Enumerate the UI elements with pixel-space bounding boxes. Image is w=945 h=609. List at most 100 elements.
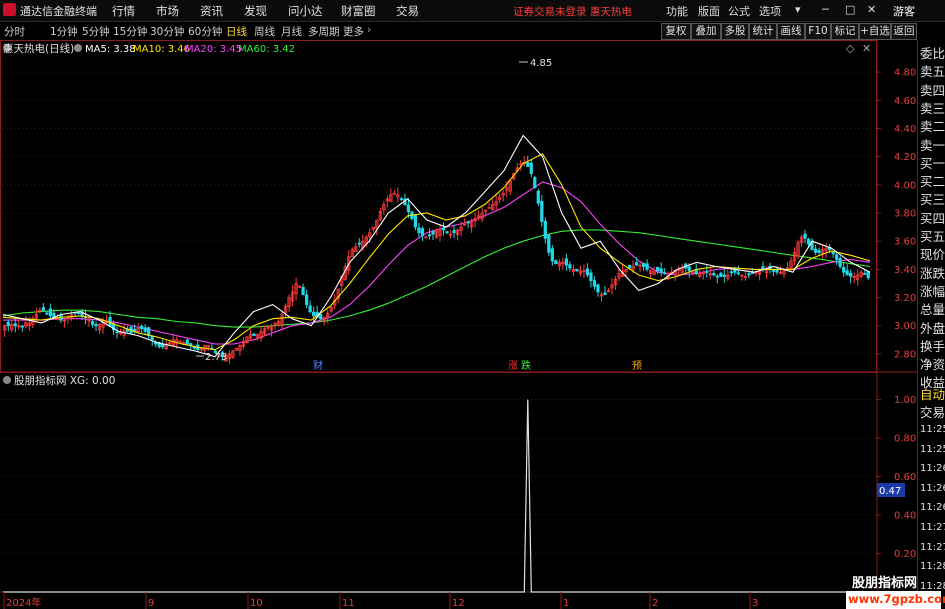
main-y-axis: 4.80 4.60 4.40 4.20 4.00 3.80 3.60 3.40 3.20 3.00…: [877, 68, 916, 360]
quote-field-label: 净资: [920, 357, 945, 373]
tongji-button[interactable]: 统计: [749, 23, 777, 40]
menu-gongshi[interactable]: 公式: [728, 3, 750, 19]
tab-30min[interactable]: 30分钟: [150, 24, 184, 39]
tick-time: 11:26: [920, 502, 945, 514]
ma20-line: [3, 181, 871, 345]
main-y-tick-label: 3.00: [894, 321, 916, 332]
huaxian-button[interactable]: 画线: [777, 23, 805, 40]
menu-caifuquan[interactable]: 财富圈: [341, 3, 376, 19]
tab-fenshi[interactable]: 分时: [4, 24, 25, 39]
candle-body: [452, 230, 456, 234]
tick-time: 11:28: [920, 561, 945, 573]
watermark-url: www.7gpzb.com: [848, 592, 945, 606]
candle-body: [533, 177, 537, 189]
tick-time: 11:27: [920, 522, 945, 533]
main-grid: [3, 71, 876, 355]
tab-more[interactable]: 更多: [343, 24, 364, 39]
quote-field-label: 买五: [920, 229, 945, 244]
quote-field-label: 涨幅: [920, 283, 945, 299]
low-label: 2.73: [205, 352, 227, 363]
sub-chart-title: 股朋指标网 XG: 0.00: [14, 374, 115, 387]
menu-zixun[interactable]: 资讯: [200, 3, 223, 19]
menu-shichang[interactable]: 市场: [156, 3, 179, 19]
main-y-tick-label: 4.00: [894, 180, 916, 191]
tick-time: 11:25: [920, 443, 945, 455]
user-label[interactable]: 游客: [893, 3, 915, 19]
quote-field-label: 卖一: [920, 137, 945, 153]
candle-body: [568, 264, 572, 269]
candle-body: [526, 162, 530, 167]
quote-field-label: 涨跌: [920, 265, 945, 281]
candle-body: [140, 325, 144, 329]
tab-multi-period[interactable]: 多周期: [308, 24, 340, 39]
candle-body: [806, 238, 811, 245]
panel-close-icon[interactable]: ✕: [862, 42, 871, 55]
candle-body: [312, 311, 316, 317]
tab-15min[interactable]: 15分钟: [113, 24, 147, 39]
tick-time: 11:25: [920, 424, 945, 435]
quote-field-label: 外盘: [920, 320, 945, 336]
candle-body: [845, 270, 849, 276]
tick-time: 11:26: [920, 463, 945, 475]
event-marker-die[interactable]: 跌: [521, 359, 531, 372]
back-button[interactable]: 返回: [891, 23, 917, 40]
candle-body: [592, 280, 597, 287]
ma10-line-layer: [2, 153, 871, 351]
candle-body: [687, 266, 691, 272]
quote-field-label: 卖三: [920, 100, 945, 116]
candle-body: [431, 231, 435, 235]
more-dropdown-icon[interactable]: ›: [367, 24, 371, 36]
close-icon[interactable]: ✕: [867, 3, 876, 16]
auto-button[interactable]: 自动: [920, 384, 945, 403]
trade-login-status[interactable]: 证券交易未登录 惠天热电: [513, 4, 632, 19]
menu-banmian[interactable]: 版面: [698, 3, 720, 19]
menu-gongneng[interactable]: 功能: [666, 3, 688, 19]
sub-y-tick-label: 1.00: [894, 395, 916, 406]
expand-icon[interactable]: ◇: [846, 42, 855, 55]
dropdown-icon[interactable]: ▾: [795, 3, 801, 16]
chart-area[interactable]: 4.80 4.60 4.40 4.20 4.00 3.80 3.60 3.40 3.20 3.00…: [0, 40, 917, 609]
date-label: 2: [652, 598, 658, 609]
tab-monthly[interactable]: 月线: [281, 24, 302, 39]
duogu-button[interactable]: 多股: [721, 23, 749, 40]
candle-body: [529, 162, 533, 174]
candle-body: [831, 251, 835, 255]
tab-daily[interactable]: 日线: [226, 24, 247, 39]
event-marker-cai[interactable]: 财: [313, 359, 323, 372]
menu-wenxiaoda[interactable]: 问小达: [288, 3, 323, 19]
menu-jiaoyi[interactable]: 交易: [396, 3, 419, 19]
candle-body: [319, 314, 323, 320]
sub-indicator-icon[interactable]: [3, 376, 11, 384]
candle-body: [308, 305, 312, 313]
event-marker-yu[interactable]: 预: [632, 360, 642, 372]
tab-60min[interactable]: 60分钟: [188, 24, 222, 39]
candle-body: [634, 262, 639, 266]
maximize-icon[interactable]: □: [845, 3, 855, 16]
diejia-button[interactable]: 叠加: [691, 23, 721, 40]
main-y-tick-label: 4.60: [894, 96, 916, 107]
candle-body: [76, 312, 81, 314]
minimize-icon[interactable]: ─: [822, 3, 829, 16]
event-marker-zhang[interactable]: 涨: [508, 360, 518, 372]
tab-weekly[interactable]: 周线: [254, 24, 275, 39]
sub-y-tick-label: 0.20: [894, 549, 916, 560]
menu-xuanxiang[interactable]: 选项: [759, 3, 781, 19]
candle-body: [399, 198, 404, 201]
high-label: 4.85: [530, 58, 552, 69]
candle-body: [719, 272, 723, 277]
add-favorite-button[interactable]: +自选: [859, 23, 891, 40]
date-label: 11: [342, 598, 355, 609]
tab-1min[interactable]: 1分钟: [50, 24, 78, 39]
menu-faxian[interactable]: 发现: [244, 3, 267, 19]
quote-field-label: 买一: [920, 155, 945, 171]
candle-body: [427, 234, 432, 237]
biaoji-button[interactable]: 标记: [831, 23, 859, 40]
date-label: 10: [250, 598, 263, 609]
f10-button[interactable]: F10: [805, 23, 831, 40]
candle-body: [20, 325, 24, 328]
menu-hangqing[interactable]: 行情: [112, 3, 135, 19]
indicator-settings-icon[interactable]: [74, 44, 82, 52]
candle-body: [554, 260, 558, 265]
tab-5min[interactable]: 5分钟: [82, 24, 110, 39]
fuquan-button[interactable]: 复权: [661, 23, 691, 40]
